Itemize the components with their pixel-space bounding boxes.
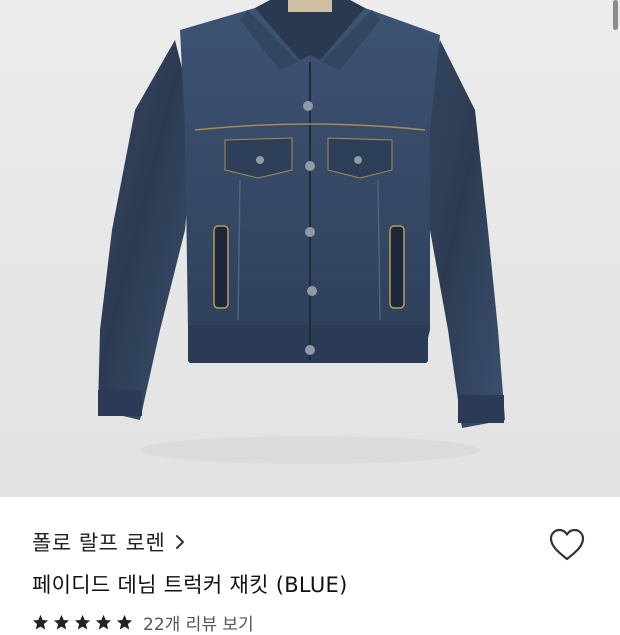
star-rating [32, 614, 133, 631]
product-info: 폴로 랄프 로렌 페이디드 데님 트럭커 재킷 (BLUE) 22개 리뷰 보기 [0, 497, 620, 635]
brand-link[interactable]: 폴로 랄프 로렌 [32, 527, 185, 557]
chevron-right-icon [175, 534, 185, 550]
star-icon [32, 614, 49, 630]
wishlist-heart-icon[interactable] [548, 527, 586, 563]
star-icon [95, 614, 112, 630]
product-name: 페이디드 데님 트럭커 재킷 (BLUE) [32, 573, 348, 597]
star-icon [74, 614, 91, 630]
denim-jacket-image [98, 0, 505, 464]
star-icon [53, 614, 70, 630]
rating-row[interactable]: 22개 리뷰 보기 [32, 610, 254, 635]
product-image[interactable] [0, 0, 620, 497]
brand-name: 폴로 랄프 로렌 [32, 531, 166, 555]
scroll-indicator [613, 0, 618, 30]
reviews-link[interactable]: 22개 리뷰 보기 [143, 610, 254, 635]
star-icon [116, 614, 133, 630]
